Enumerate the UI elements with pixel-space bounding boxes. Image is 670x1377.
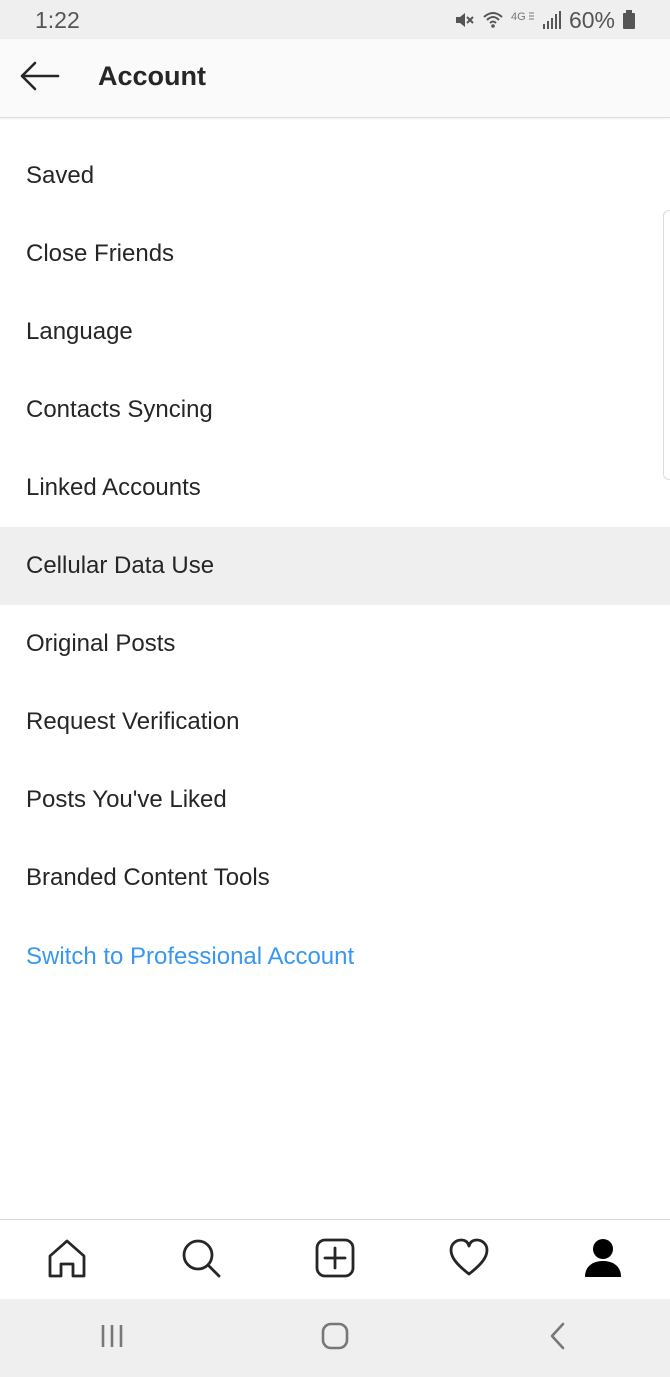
- arrow-left-icon: [18, 61, 60, 96]
- tab-search[interactable]: [134, 1220, 268, 1300]
- menu-item-label: Contacts Syncing: [26, 396, 213, 423]
- tab-profile[interactable]: [536, 1220, 670, 1300]
- battery-percent: 60%: [568, 6, 615, 33]
- switch-professional-label: Switch to Professional Account: [26, 943, 355, 970]
- menu-item-label: Saved: [26, 162, 95, 189]
- recent-apps-button[interactable]: [0, 1299, 223, 1377]
- header: Account: [0, 39, 670, 118]
- home-icon: [46, 1237, 88, 1284]
- recent-apps-icon: [97, 1321, 127, 1356]
- status-icons: 4G 60%: [453, 6, 636, 34]
- wifi-icon: [482, 9, 504, 31]
- status-time: 1:22: [35, 7, 80, 33]
- menu-item-label: Language: [26, 318, 133, 345]
- menu-item-branded-content-tools[interactable]: Branded Content Tools: [0, 839, 670, 917]
- menu-item-label: Linked Accounts: [26, 474, 201, 501]
- tab-home[interactable]: [0, 1220, 134, 1300]
- menu-item-label: Cellular Data Use: [26, 552, 215, 579]
- signal-icon: [542, 9, 562, 31]
- mute-icon: [453, 9, 475, 31]
- add-post-icon: [314, 1237, 356, 1284]
- menu-item-label: Close Friends: [26, 240, 175, 267]
- search-icon: [180, 1237, 222, 1284]
- menu-item-posts-liked[interactable]: Posts You've Liked: [0, 761, 670, 839]
- switch-professional-link[interactable]: Switch to Professional Account: [0, 917, 670, 997]
- battery-icon: [622, 9, 636, 31]
- menu-item-linked-accounts[interactable]: Linked Accounts: [0, 449, 670, 527]
- menu-item-saved[interactable]: Saved: [0, 137, 670, 215]
- menu-item-request-verification[interactable]: Request Verification: [0, 683, 670, 761]
- system-nav-bar: [0, 1299, 670, 1377]
- account-menu: Saved Close Friends Language Contacts Sy…: [0, 137, 670, 997]
- heart-icon: [448, 1237, 490, 1284]
- menu-item-cellular-data-use[interactable]: Cellular Data Use: [0, 527, 670, 605]
- menu-item-label: Original Posts: [26, 630, 176, 657]
- tab-activity[interactable]: [402, 1220, 536, 1300]
- menu-item-label: Branded Content Tools: [26, 864, 270, 891]
- 4g-icon: 4G: [511, 9, 535, 31]
- scroll-indicator[interactable]: [663, 210, 670, 480]
- menu-item-label: Posts You've Liked: [26, 786, 227, 813]
- menu-item-language[interactable]: Language: [0, 293, 670, 371]
- tab-new-post[interactable]: [268, 1220, 402, 1300]
- menu-item-contacts-syncing[interactable]: Contacts Syncing: [0, 371, 670, 449]
- menu-item-label: Request Verification: [26, 708, 240, 735]
- svg-text:4G: 4G: [511, 11, 526, 23]
- home-button-icon: [320, 1321, 350, 1356]
- back-nav-button[interactable]: [447, 1299, 670, 1377]
- status-bar: 1:22 4G 60%: [0, 0, 670, 39]
- page-title: Account: [98, 61, 206, 91]
- menu-item-close-friends[interactable]: Close Friends: [0, 215, 670, 293]
- bottom-tab-bar: [0, 1219, 670, 1300]
- back-chevron-icon: [543, 1321, 573, 1356]
- back-button[interactable]: [14, 56, 64, 100]
- profile-icon: [582, 1237, 624, 1284]
- menu-item-original-posts[interactable]: Original Posts: [0, 605, 670, 683]
- home-button[interactable]: [223, 1299, 446, 1377]
